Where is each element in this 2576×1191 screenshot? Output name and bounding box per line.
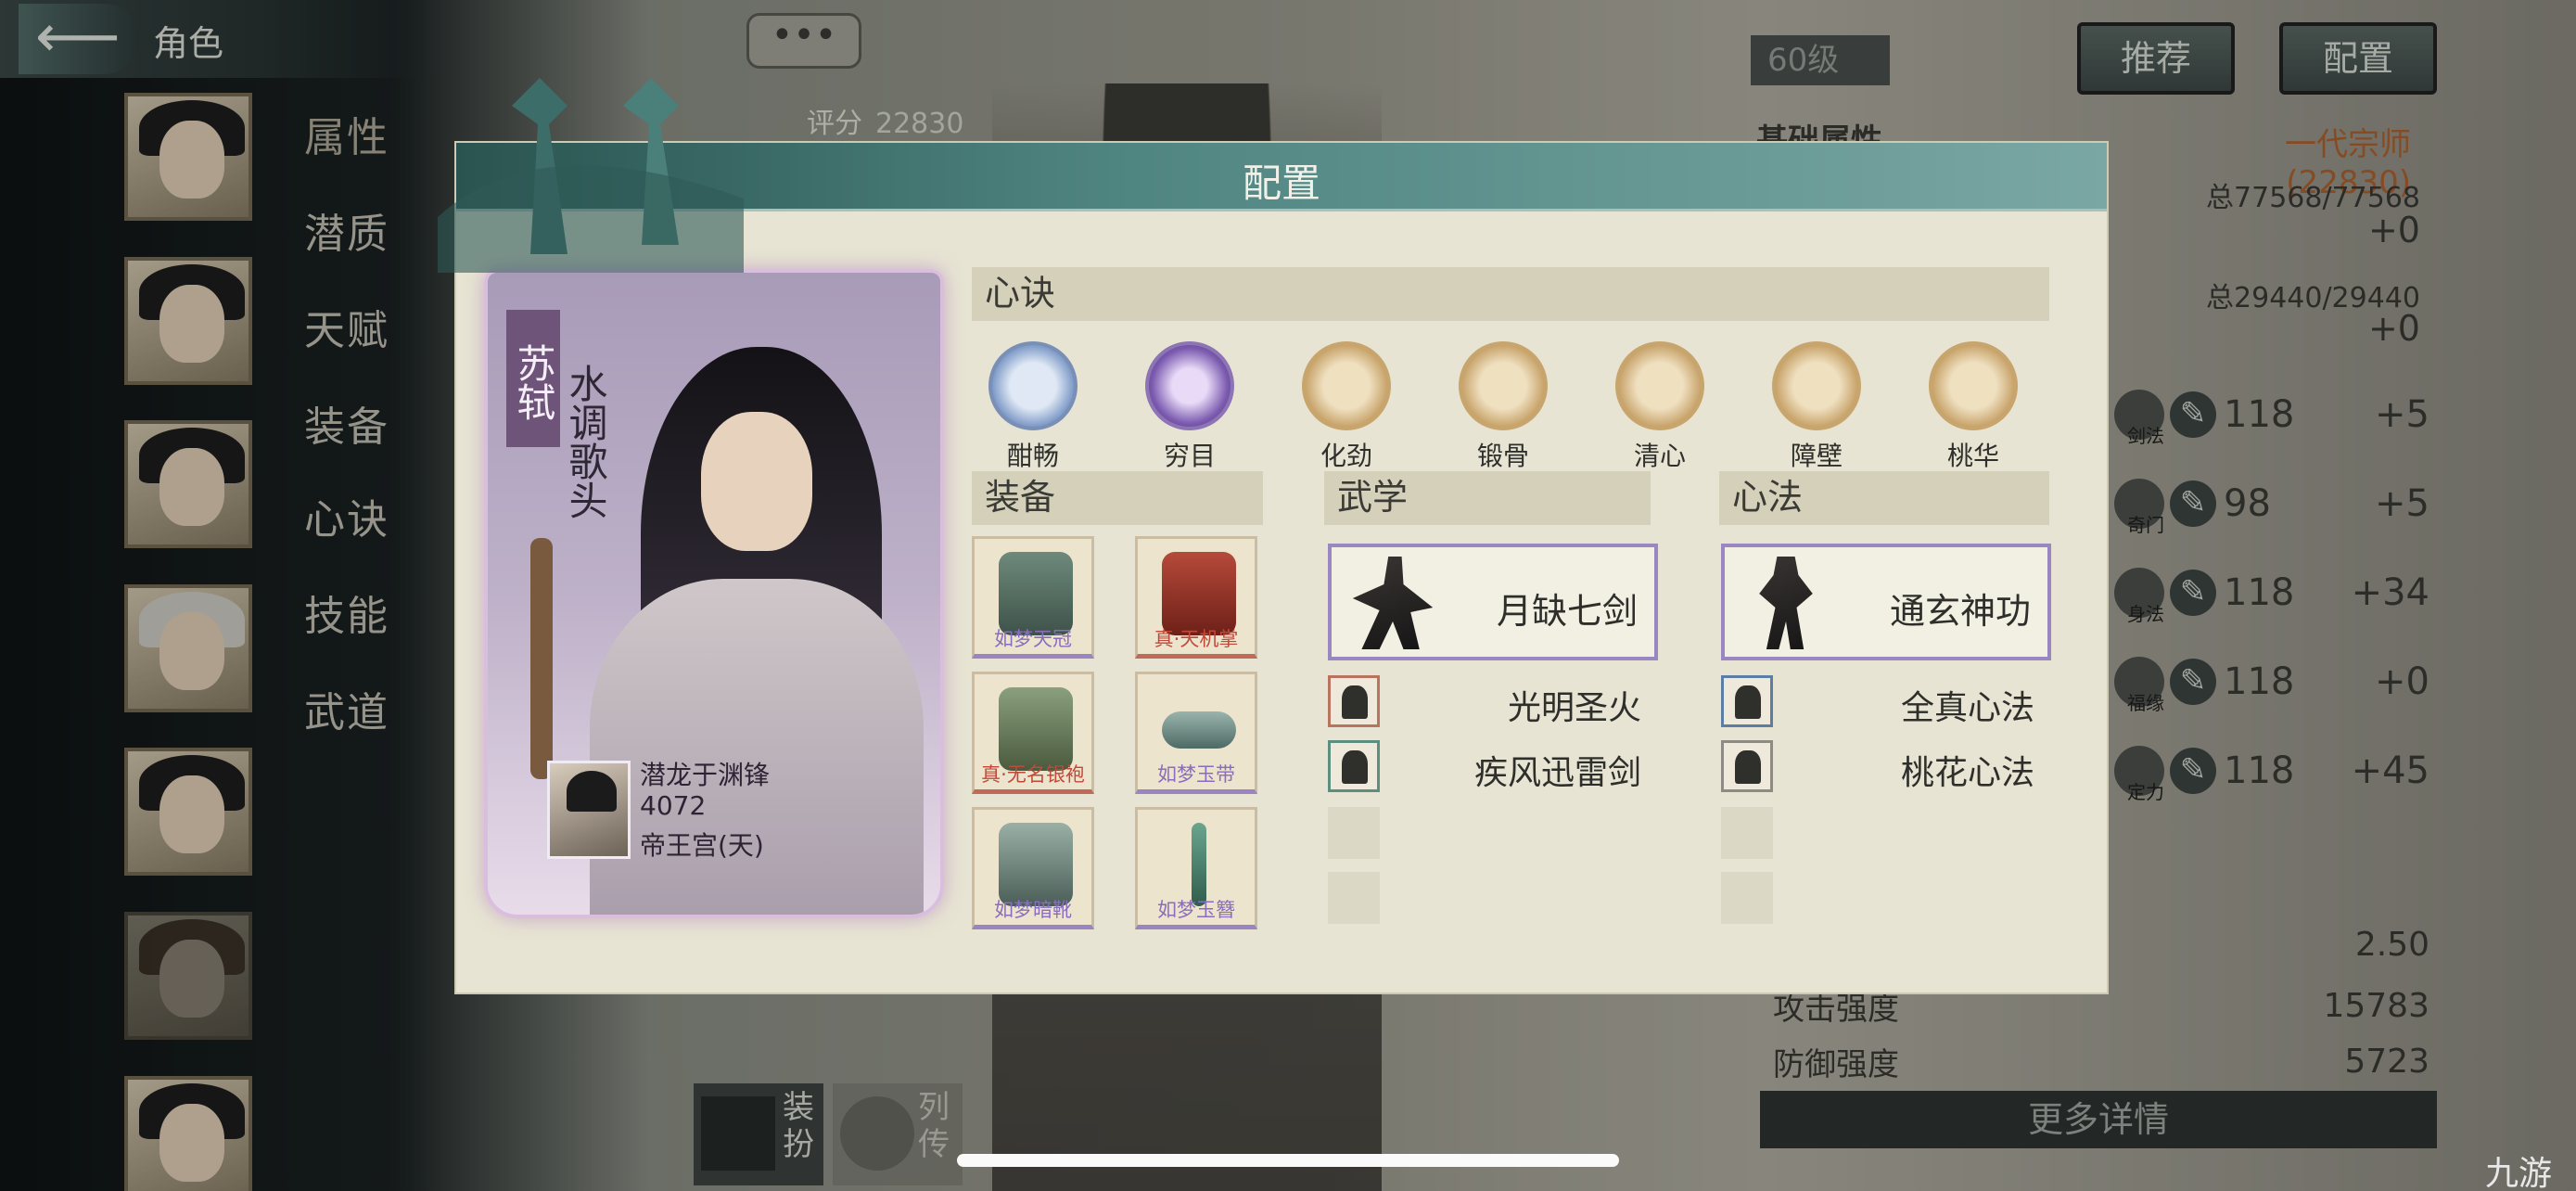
owner-server: 帝王宫(天) xyxy=(640,830,764,861)
xinjue-icon xyxy=(1302,341,1391,430)
equip-slot-hairpin[interactable]: 如梦玉簪 xyxy=(1135,807,1257,929)
skill-icon xyxy=(1328,740,1380,792)
watermark-logo: 九游 xyxy=(2485,1155,2553,1191)
xinfa-main-skill[interactable]: 通玄神功 xyxy=(1721,544,2051,660)
meditation-icon xyxy=(1759,557,1813,649)
wuxue-sub-skill[interactable]: 疾风迅雷剑 xyxy=(1328,740,1658,792)
skill-icon xyxy=(1721,740,1773,792)
xinjue-icon xyxy=(1459,341,1548,430)
xinjue-item[interactable]: 障壁 xyxy=(1770,341,1863,473)
xinjue-icon xyxy=(1929,341,2018,430)
xinfa-header: 心法 xyxy=(1719,471,2049,525)
xinfa-sub-skill[interactable]: 全真心法 xyxy=(1721,675,2051,727)
xinjue-item[interactable]: 酣畅 xyxy=(987,341,1079,473)
swordsman-icon xyxy=(1352,557,1434,649)
equip-header: 装备 xyxy=(972,471,1263,525)
sword-ornament-icon xyxy=(438,78,744,273)
equip-slot-head[interactable]: 如梦天冠 xyxy=(972,536,1094,659)
xinjue-icon xyxy=(988,341,1078,430)
hero-card: 苏轼 水调歌头 潜龙于渊锋 4072 帝王宫(天) xyxy=(484,269,944,918)
xinjue-item[interactable]: 穷目 xyxy=(1143,341,1236,473)
wuxue-main-skill[interactable]: 月缺七剑 xyxy=(1328,544,1658,660)
hairpin-icon xyxy=(1192,823,1206,906)
xinjue-icon xyxy=(1145,341,1234,430)
equip-slot-boots[interactable]: 如梦暗靴 xyxy=(972,807,1094,929)
equip-slot-body[interactable]: 真·无名银袍 xyxy=(972,672,1094,794)
robe-icon xyxy=(999,687,1073,771)
equip-slot-hand[interactable]: 真·天机掌 xyxy=(1135,536,1257,659)
owner-name: 潜龙于渊锋 xyxy=(640,760,771,790)
owner-id: 4072 xyxy=(640,790,707,821)
empty-skill-slot[interactable] xyxy=(1721,807,1773,859)
equip-slot-belt[interactable]: 如梦玉带 xyxy=(1135,672,1257,794)
belt-icon xyxy=(1162,711,1236,749)
helmet-icon xyxy=(999,552,1073,635)
home-indicator[interactable] xyxy=(957,1154,1619,1167)
xinjue-icon xyxy=(1615,341,1704,430)
xinjue-item[interactable]: 桃华 xyxy=(1927,341,2020,473)
empty-skill-slot[interactable] xyxy=(1328,872,1380,924)
wuxue-sub-skill[interactable]: 光明圣火 xyxy=(1328,675,1658,727)
skill-icon xyxy=(1328,675,1380,727)
hero-title: 水调歌头 xyxy=(563,364,608,519)
owner-avatar xyxy=(547,761,631,859)
xinjue-item[interactable]: 清心 xyxy=(1613,341,1706,473)
skill-icon xyxy=(1721,675,1773,727)
xinjue-item[interactable]: 化劲 xyxy=(1300,341,1393,473)
empty-skill-slot[interactable] xyxy=(1721,872,1773,924)
xinfa-sub-skill[interactable]: 桃花心法 xyxy=(1721,740,2051,792)
wuxue-header: 武学 xyxy=(1324,471,1651,525)
xinjue-header: 心诀 xyxy=(972,267,2049,321)
xinjue-item[interactable]: 锻骨 xyxy=(1457,341,1549,473)
boots-icon xyxy=(999,823,1073,906)
hero-name: 苏轼 xyxy=(506,310,560,447)
xinjue-icon xyxy=(1772,341,1861,430)
empty-skill-slot[interactable] xyxy=(1328,807,1380,859)
gauntlet-icon xyxy=(1162,552,1236,635)
